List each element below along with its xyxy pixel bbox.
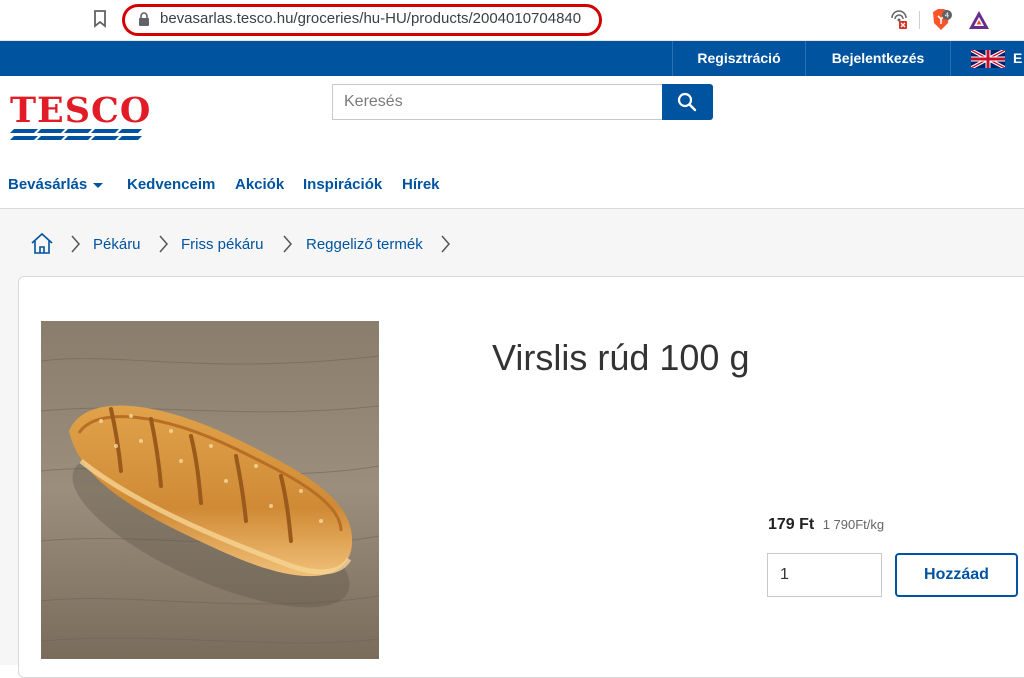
nav-item-inspiration[interactable]: Inspirációk <box>303 176 382 193</box>
breadcrumb-item-breakfast[interactable]: Reggeliző termék <box>306 236 423 253</box>
nav-item-news[interactable]: Hírek <box>402 176 440 193</box>
register-link[interactable]: Regisztráció <box>672 41 805 76</box>
search-input[interactable] <box>332 84 662 120</box>
product-price: 179 Ft <box>768 516 815 533</box>
bookmark-icon[interactable] <box>92 10 108 28</box>
chevron-down-icon <box>93 182 104 188</box>
chevron-right-icon <box>283 235 292 253</box>
lock-icon <box>139 12 149 26</box>
brave-rewards-icon[interactable] <box>968 9 990 31</box>
tesco-logo[interactable]: TESCO <box>10 90 152 146</box>
price-row: 179 Ft 1 790Ft/kg <box>768 516 884 534</box>
address-bar[interactable]: bevasarlas.tesco.hu/groceries/hu-HU/prod… <box>160 10 581 27</box>
logo-stripes <box>10 129 142 140</box>
add-to-basket-button[interactable]: Hozzáad <box>895 553 1018 597</box>
login-link[interactable]: Bejelentkezés <box>805 41 950 76</box>
shield-count-badge: 4 <box>945 12 950 20</box>
language-selector[interactable]: E <box>950 41 1024 76</box>
browser-toolbar: bevasarlas.tesco.hu/groceries/hu-HU/prod… <box>0 0 1024 41</box>
product-title: Virslis rúd 100 g <box>492 337 750 378</box>
nav-item-favourites[interactable]: Kedvenceim <box>127 176 215 193</box>
breadcrumb-item-bakery[interactable]: Pékáru <box>93 236 141 253</box>
top-utility-bar: Regisztráció Bejelentkezés E <box>0 41 1024 76</box>
search-button[interactable] <box>662 84 713 120</box>
logo-text: TESCO <box>10 90 152 131</box>
chevron-right-icon <box>159 235 168 253</box>
quantity-input[interactable] <box>767 553 882 597</box>
breadcrumb-item-fresh-bakery[interactable]: Friss pékáru <box>181 236 264 253</box>
home-icon[interactable] <box>30 232 54 256</box>
chevron-right-icon <box>71 235 80 253</box>
product-image <box>41 321 379 659</box>
brave-shield-icon[interactable]: 4 <box>930 8 952 32</box>
unit-price: 1 790Ft/kg <box>822 517 885 532</box>
nav-item-offers[interactable]: Akciók <box>235 176 284 193</box>
uk-flag-icon <box>971 50 1005 68</box>
nav-item-shopping[interactable]: Bevásárlás <box>8 176 104 193</box>
search-icon <box>677 92 697 112</box>
cast-blocked-icon[interactable] <box>888 10 910 30</box>
chevron-right-icon <box>441 235 450 253</box>
language-label: E <box>1013 50 1023 66</box>
toolbar-separator <box>919 11 920 29</box>
nav-item-label: Bevásárlás <box>8 176 88 193</box>
